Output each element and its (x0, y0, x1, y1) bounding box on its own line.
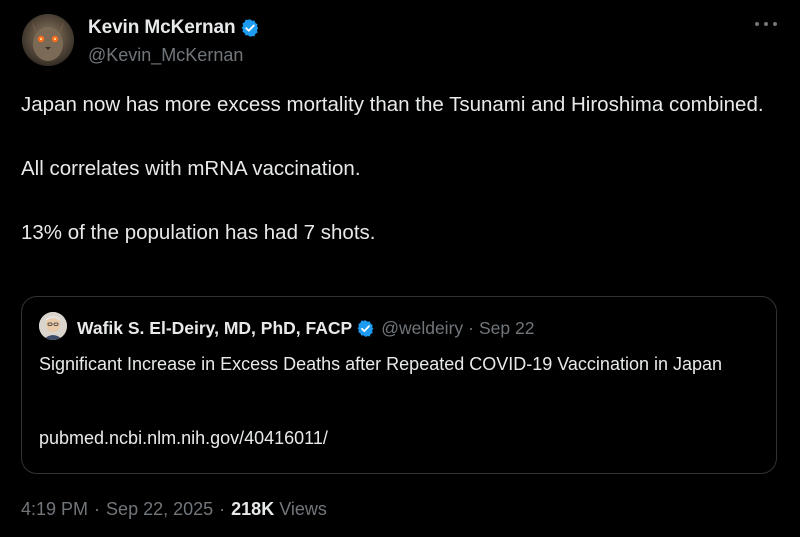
tweet-time[interactable]: 4:19 PM (21, 499, 88, 520)
quoted-tweet-date[interactable]: Sep 22 (479, 318, 534, 339)
more-horizontal-icon[interactable] (755, 18, 777, 30)
tweet-date[interactable]: Sep 22, 2025 (106, 499, 213, 520)
tweet-meta: 4:19 PM · Sep 22, 2025 · 218K Views (21, 499, 327, 520)
quoted-tweet-card[interactable]: Wafik S. El-Deiry, MD, PhD, FACP @weldei… (21, 296, 777, 474)
more-dot (755, 22, 759, 26)
quoted-author-name[interactable]: Wafik S. El-Deiry, MD, PhD, FACP (77, 318, 352, 339)
verified-badge-icon (356, 319, 375, 338)
quoted-tweet-text: Significant Increase in Excess Deaths af… (39, 354, 723, 374)
quoted-tweet-header: Wafik S. El-Deiry, MD, PhD, FACP @weldei… (77, 317, 534, 339)
views-count[interactable]: 218K (231, 499, 274, 520)
separator-dot: · (468, 317, 474, 338)
tweet-text: Japan now has more excess mortality than… (21, 89, 781, 249)
separator-dot: · (219, 499, 226, 519)
more-dot (764, 22, 768, 26)
verified-badge-icon[interactable] (240, 18, 260, 38)
more-dot (773, 22, 777, 26)
tweet-text-line: 13% of the population has had 7 shots. (21, 221, 376, 244)
author-name[interactable]: Kevin McKernan (88, 17, 236, 39)
author-avatar[interactable] (22, 14, 74, 66)
tweet-text-line: Japan now has more excess mortality than… (21, 93, 764, 116)
quoted-author-handle[interactable]: @weldeiry (381, 318, 463, 339)
tweet-text-line: All correlates with mRNA vaccination. (21, 157, 361, 180)
views-label: Views (279, 499, 327, 519)
tweet: Kevin McKernan @Kevin_McKernan Japan now… (0, 0, 800, 537)
author-name-row[interactable]: Kevin McKernan (88, 17, 260, 39)
separator-dot: · (94, 499, 101, 519)
author-handle[interactable]: @Kevin_McKernan (88, 45, 243, 66)
quoted-tweet-link[interactable]: pubmed.ncbi.nlm.nih.gov/40416011/ (39, 428, 328, 449)
quoted-author-avatar[interactable] (39, 312, 67, 340)
